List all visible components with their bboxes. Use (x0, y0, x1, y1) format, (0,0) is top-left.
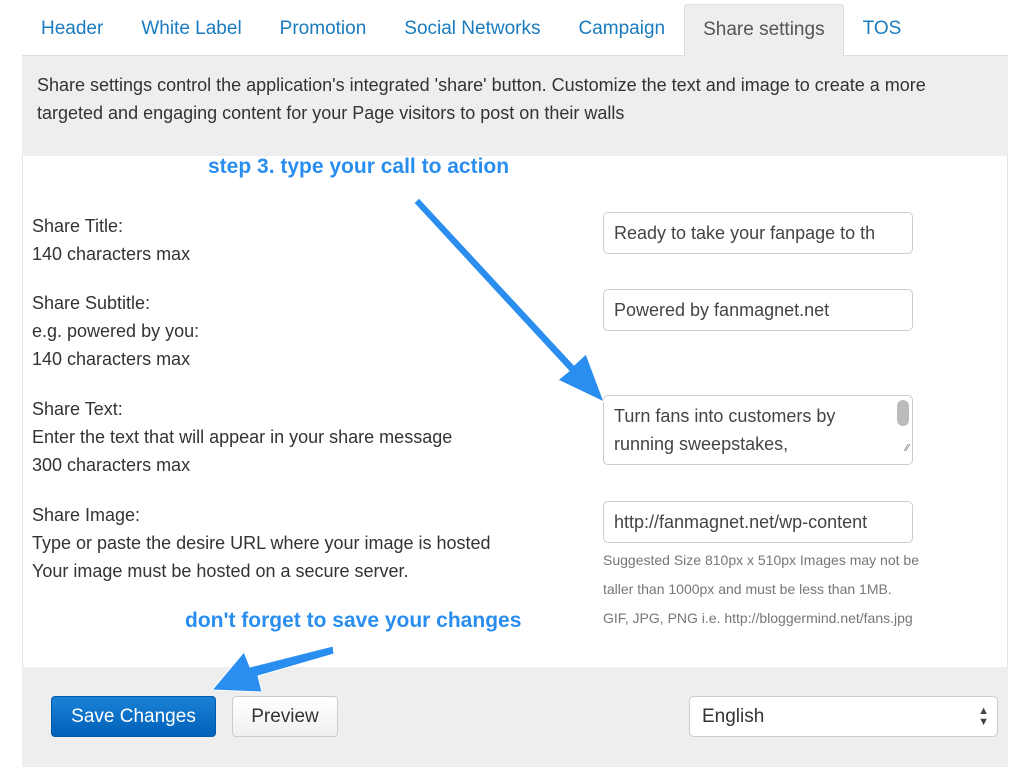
arrow-to-save-button (210, 645, 335, 693)
arrow-to-share-text (413, 197, 605, 403)
step3-annotation: step 3. type your call to action (208, 155, 510, 178)
save-annotation: don't forget to save your changes (185, 609, 522, 632)
annotation-arrows (210, 197, 605, 693)
